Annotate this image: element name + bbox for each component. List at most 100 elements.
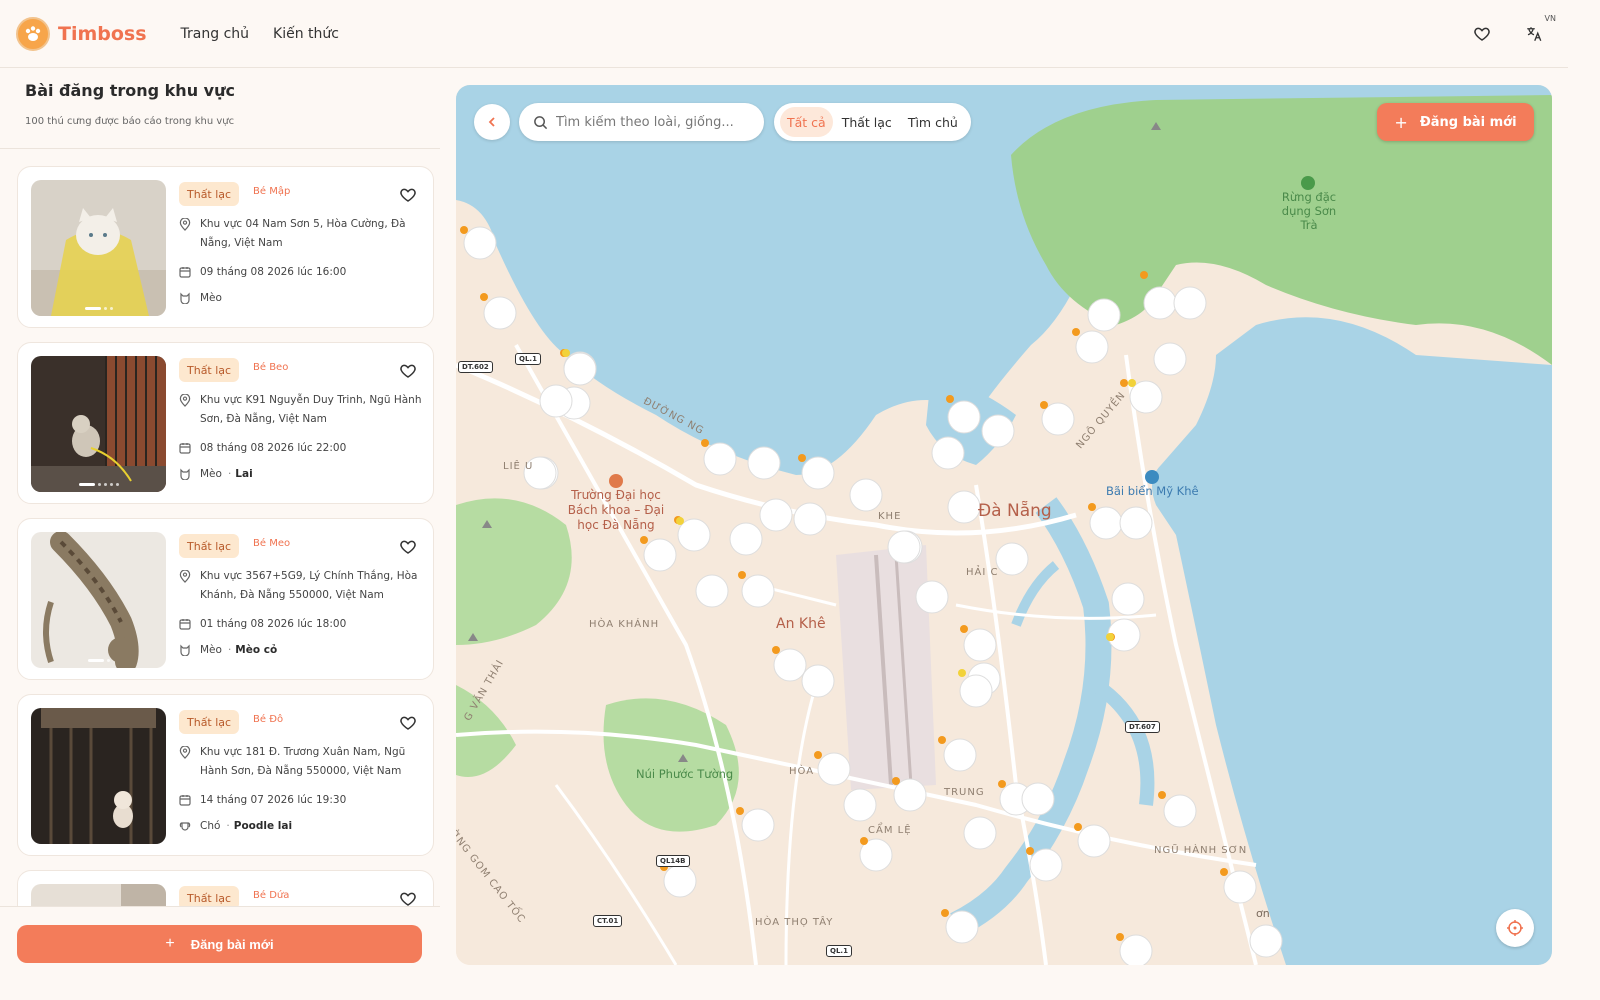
pet-address: Khu vực 181 Đ. Trương Xuân Nam, Ngũ Hành… [200,746,406,777]
heart-icon [1474,27,1490,41]
brand-logo[interactable]: Timboss [16,16,147,51]
pet-species: Chó [200,820,221,832]
main-nav: Trang chủ Kiến thức [181,26,339,42]
locate-button[interactable] [1496,909,1534,947]
road-shield: CT.01 [593,915,623,927]
filter-lost[interactable]: Thất lạc [835,107,899,137]
pet-name: Bé Beo [253,362,289,373]
search-box[interactable] [519,103,764,141]
pet-photo[interactable] [31,708,166,844]
pet-address: Khu vực 04 Nam Sơn 5, Hòa Cường, Đà Nẵng… [200,218,406,249]
sidebar-footer: + Đăng bài mới [0,906,440,980]
heart-icon[interactable] [399,362,417,380]
road-shield: QL.1 [826,945,852,957]
map-label-school: Trường Đại học Bách khoa – Đại học Đà Nẵ… [567,488,665,532]
status-badge: Thất lạc [179,534,240,558]
pet-photo[interactable] [31,532,166,668]
heart-icon[interactable] [399,890,417,906]
filter-tabs: Tất cả Thất lạc Tìm chủ [774,103,971,141]
road-shield: QL.1 [515,353,541,365]
location-pin-icon [179,391,193,429]
pet-name: Bé Meo [253,538,291,549]
map-label-nui-phuoc-tuong: Núi Phước Tường [636,767,734,781]
new-post-button[interactable]: + Đăng bài mới [17,925,422,963]
posts-sidebar: Bài đăng trong khu vực 100 thú cưng được… [0,68,440,980]
post-list[interactable]: Thất lạc Bé Mập Khu vực 04 Nam Sơn 5, Hò… [0,164,440,906]
language-button[interactable]: VN [1522,14,1556,46]
plus-icon: + [165,935,175,952]
language-code: VN [1544,14,1556,23]
back-button[interactable] [474,104,510,140]
calendar-icon [179,439,193,461]
map-view[interactable]: Đà Nẵng An Khê Rừng đặc dụng Sơn Trà Bãi… [456,85,1552,965]
pet-name: Bé Dứa [253,890,290,901]
status-badge: Thất lạc [179,182,240,206]
pet-breed: Poodle lai [233,820,293,832]
sidebar-title: Bài đăng trong khu vực [25,81,235,100]
post-card[interactable]: Thất lạc Bé Meo Khu vực 3567+5G9, Lý Chí… [17,518,434,680]
map-label-hai-chau: HẢI C [966,567,999,578]
status-badge: Thất lạc [179,710,240,734]
map-label-khe: KHE [878,511,902,522]
map-label-da-nang: Đà Nẵng [978,501,1052,521]
app-header: Timboss Trang chủ Kiến thức VN [0,0,1568,68]
heart-icon[interactable] [399,538,417,556]
heart-icon[interactable] [399,186,417,204]
pet-date: 14 tháng 07 2026 lúc 19:30 [200,794,347,806]
location-pin-icon [179,567,193,605]
pet-name: Bé Mập [253,186,291,197]
cat-icon [179,641,193,663]
map-new-post-button[interactable]: + Đăng bài mới [1377,103,1534,141]
map-label-lieu: LIÊ U [503,461,534,472]
pet-photo[interactable] [31,180,166,316]
pet-date: 08 tháng 08 2026 lúc 22:00 [200,442,347,454]
map-label-my-khe: Bãi biển Mỹ Khê [1106,484,1199,498]
post-card[interactable]: Thất lạc Bé Beo Khu vực K91 Nguyễn Duy T… [17,342,434,504]
pet-species: Mèo [200,644,222,656]
map-label-son-tra: Rừng đặc dụng Sơn Trà [1281,190,1337,232]
pet-address: Khu vực 3567+5G9, Lý Chính Thắng, Hòa Kh… [200,570,418,601]
calendar-icon [179,263,193,285]
brand-name: Timboss [58,22,147,45]
cat-icon [179,289,193,311]
pet-name: Bé Đô [253,714,284,725]
search-icon [534,115,548,129]
favorites-button[interactable] [1470,22,1494,46]
map-label-hoa-khanh: HÒA KHÁNH [589,619,660,630]
paw-icon [16,16,50,51]
divider [0,148,440,149]
road-shield: DT.607 [1125,721,1160,733]
pet-date: 09 tháng 08 2026 lúc 16:00 [200,266,347,278]
post-card[interactable]: Thất lạc Bé Đô Khu vực 181 Đ. Trương Xuâ… [17,694,434,856]
filter-all[interactable]: Tất cả [780,107,833,137]
road-shield: DT.602 [458,361,493,373]
map-label-ngu-hanh-son: NGŨ HÀNH SƠN [1154,845,1248,856]
map-label-hoa-tho-tay: HÒA THỌ TÂY [755,917,834,928]
nav-home[interactable]: Trang chủ [181,26,249,42]
pet-breed: Lai [235,468,253,480]
map-label-trung: TRUNG [944,787,985,798]
post-card[interactable]: Thất lạc Bé Mập Khu vực 04 Nam Sơn 5, Hò… [17,166,434,328]
pet-photo[interactable] [31,884,166,906]
filter-find-owner[interactable]: Tìm chủ [901,107,965,137]
chevron-left-icon [488,117,495,127]
map-label-cam-le: CẨM LỆ [868,825,912,836]
pet-species: Mèo [200,468,222,480]
status-badge: Thất lạc [179,358,240,382]
pet-species: Mèo [200,292,222,304]
pet-address: Khu vực K91 Nguyễn Duy Trinh, Ngũ Hành S… [200,394,422,425]
post-card[interactable]: Thất lạc Bé Dứa [17,870,434,906]
nav-knowledge[interactable]: Kiến thức [273,26,339,42]
pet-date: 01 tháng 08 2026 lúc 18:00 [200,618,347,630]
dog-icon [179,817,193,839]
pet-photo[interactable] [31,356,166,492]
map-label-son: ơn [1256,907,1270,920]
plus-icon: + [1394,112,1408,132]
calendar-icon [179,615,193,637]
search-input[interactable] [556,114,746,130]
translate-icon [1527,27,1542,42]
status-badge: Thất lạc [179,886,240,906]
heart-icon[interactable] [399,714,417,732]
road-shield: QL14B [656,855,690,867]
sidebar-subtitle: 100 thú cưng được báo cáo trong khu vực [25,116,235,127]
